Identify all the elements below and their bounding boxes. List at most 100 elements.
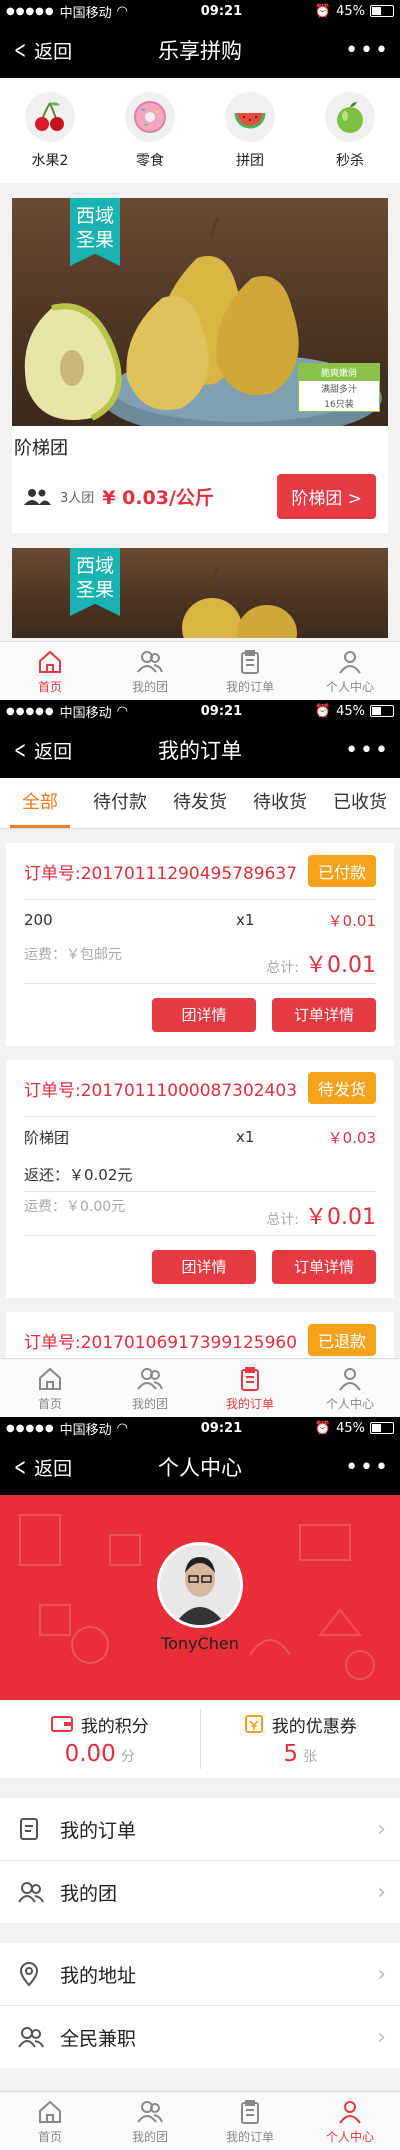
product-image: 西域 圣果: [12, 548, 388, 638]
product-tag-box: 脆爽嫩俏 满甜多汁 16只装: [298, 363, 380, 412]
item-name: 200: [24, 911, 53, 929]
menu-my-orders[interactable]: 我的订单 ›: [0, 1798, 400, 1861]
donut-icon: [125, 91, 175, 142]
tab-pending-shipment[interactable]: 待发货: [160, 778, 240, 828]
product-card[interactable]: 西域 圣果: [12, 548, 388, 638]
order-card: 订单号:20170111290495789637 已付款 200 x1 ￥0.0…: [6, 843, 394, 1046]
tab-label: 个人中心: [325, 1396, 374, 1411]
more-button[interactable]: •••: [345, 738, 390, 763]
tab-profile[interactable]: 个人中心: [300, 1359, 400, 1417]
group-icon: [137, 2100, 163, 2123]
shipping-fee: 运费：￥包邮元: [24, 947, 122, 963]
group-buy-screen: ●●●●● 中国移动 ◠ 09:21 ⏰ 45% < 返回 乐享拼购 ••• 水果2 零…: [0, 0, 400, 700]
order-number: 订单号:20170111290495789637: [24, 863, 298, 884]
product-tag: 16只装: [324, 400, 354, 410]
menu-part-time[interactable]: 全民兼职 ›: [0, 2006, 400, 2068]
status-badge: 已退款: [307, 1324, 376, 1356]
more-button[interactable]: •••: [345, 38, 390, 63]
group-detail-button[interactable]: 团详情: [152, 998, 256, 1032]
tab-all[interactable]: 全部: [0, 778, 80, 828]
category-snack[interactable]: 零食: [125, 91, 175, 170]
product-tag: 满甜多汁: [320, 385, 357, 395]
my-coupons[interactable]: 我的优惠券 5 张: [201, 1712, 400, 1767]
tab-my-group[interactable]: 我的团: [100, 2092, 200, 2150]
tab-label: 个人中心: [325, 2129, 374, 2144]
group-icon: [137, 650, 163, 673]
group-detail-button[interactable]: 团详情: [152, 1250, 256, 1284]
wifi-icon: ◠: [116, 703, 128, 719]
category-fruit[interactable]: 水果2: [25, 91, 75, 170]
clipboard-icon: [241, 2099, 259, 2124]
tab-profile[interactable]: 个人中心: [300, 2092, 400, 2150]
order-detail-button[interactable]: 订单详情: [272, 998, 376, 1032]
tab-home[interactable]: 首页: [0, 1359, 100, 1417]
order-status-tabs: 全部 待付款 待发货 待收货 已收货: [0, 778, 400, 829]
people-icon: [24, 488, 51, 505]
profile-screen: ●●●●● 中国移动 ◠ 09:21 ⏰ 45% < 返回 个人中心 ••• TonyC…: [0, 1417, 400, 2150]
wifi-icon: ◠: [116, 1420, 128, 1436]
tab-label: 个人中心: [325, 679, 374, 694]
shipping-fee: 运费：￥0.00元: [24, 1199, 126, 1215]
tab-profile[interactable]: 个人中心: [300, 642, 400, 700]
product-card[interactable]: 西域 圣果 脆爽嫩俏 满甜多汁 16只装 阶梯团 3人团 ¥ 0.03/公斤 阶梯…: [12, 198, 388, 533]
join-tiered-group-button[interactable]: 阶梯团 >: [277, 474, 376, 519]
menu-my-group[interactable]: 我的团 ›: [0, 1861, 400, 1923]
status-bar: ●●●●● 中国移动 ◠ 09:21 ⏰ 45%: [0, 1417, 400, 1439]
status-bar: ●●●●● 中国移动 ◠ 09:21 ⏰ 45%: [0, 700, 400, 722]
person-icon: [339, 1367, 361, 1391]
clipboard-icon: [241, 649, 259, 674]
chevron-left-icon: <: [14, 36, 27, 64]
tab-label: 首页: [37, 1396, 62, 1411]
more-button[interactable]: •••: [345, 1455, 390, 1480]
avatar[interactable]: [157, 1542, 243, 1628]
menu-my-address[interactable]: 我的地址 ›: [0, 1943, 400, 2006]
tab-my-group[interactable]: 我的团: [100, 642, 200, 700]
menu-group: 我的地址 › 全民兼职 ›: [0, 1943, 400, 2068]
back-label: 返回: [34, 740, 73, 763]
tab-pending-payment[interactable]: 待付款: [80, 778, 160, 828]
refund-amount: 返还：￥0.02元: [24, 1157, 376, 1192]
my-orders-screen: ●●●●● 中国移动 ◠ 09:21 ⏰ 45% < 返回 我的订单 ••• 全部 待付…: [0, 700, 400, 1417]
battery-label: 45%: [336, 3, 365, 19]
tab-home[interactable]: 首页: [0, 2092, 100, 2150]
category-flash-sale[interactable]: 秒杀: [325, 91, 375, 170]
wifi-icon: ◠: [116, 3, 128, 19]
stats-bar: 我的积分 0.00 分 我的优惠券 5 张: [0, 1700, 400, 1778]
tab-label: 首页: [37, 2129, 62, 2144]
order-detail-button[interactable]: 订单详情: [272, 1250, 376, 1284]
location-pin-icon: [18, 1961, 46, 1987]
tab-pending-receipt[interactable]: 待收货: [240, 778, 320, 828]
back-button[interactable]: < 返回: [10, 1454, 72, 1481]
alarm-icon: ⏰: [314, 3, 332, 19]
order-summary: 运费：￥0.00元 总计: ￥0.01: [24, 1192, 376, 1236]
carrier-label: 中国移动: [59, 5, 112, 21]
tab-bar: 首页 我的团 我的订单 个人中心: [0, 641, 400, 700]
order-item-row: 阶梯团 x1 ￥0.03: [24, 1117, 376, 1157]
product-tag: 脆爽嫩俏: [299, 364, 379, 381]
coupons-unit: 张: [303, 1748, 318, 1765]
my-points[interactable]: 我的积分 0.00 分: [0, 1712, 200, 1767]
tab-my-orders[interactable]: 我的订单: [200, 1359, 300, 1417]
ribbon-text: 圣果: [75, 229, 114, 251]
chevron-right-icon: ›: [377, 1816, 386, 1842]
order-item-row: 200 x1 ￥0.01: [24, 900, 376, 940]
product-image: 西域 圣果 脆爽嫩俏 满甜多汁 16只装: [12, 198, 388, 426]
back-label: 返回: [34, 1457, 73, 1480]
product-price: ¥ 0.03/公斤: [102, 487, 214, 509]
tab-my-orders[interactable]: 我的订单: [200, 2092, 300, 2150]
signal-icon: ●●●●●: [6, 705, 55, 717]
tab-received[interactable]: 已收货: [320, 778, 400, 828]
alarm-icon: ⏰: [314, 703, 332, 719]
ribbon-text: 西域: [75, 555, 114, 577]
tab-my-group[interactable]: 我的团: [100, 1359, 200, 1417]
order-total: ￥0.01: [305, 953, 376, 978]
points-unit: 分: [120, 1748, 135, 1765]
cherry-icon: [25, 91, 75, 142]
item-quantity: x1: [236, 911, 255, 929]
back-button[interactable]: < 返回: [10, 37, 72, 64]
tab-my-orders[interactable]: 我的订单: [200, 642, 300, 700]
carrier-label: 中国移动: [59, 1422, 112, 1438]
tab-home[interactable]: 首页: [0, 642, 100, 700]
category-group-buy[interactable]: 拼团: [225, 91, 275, 170]
back-button[interactable]: < 返回: [10, 737, 72, 764]
